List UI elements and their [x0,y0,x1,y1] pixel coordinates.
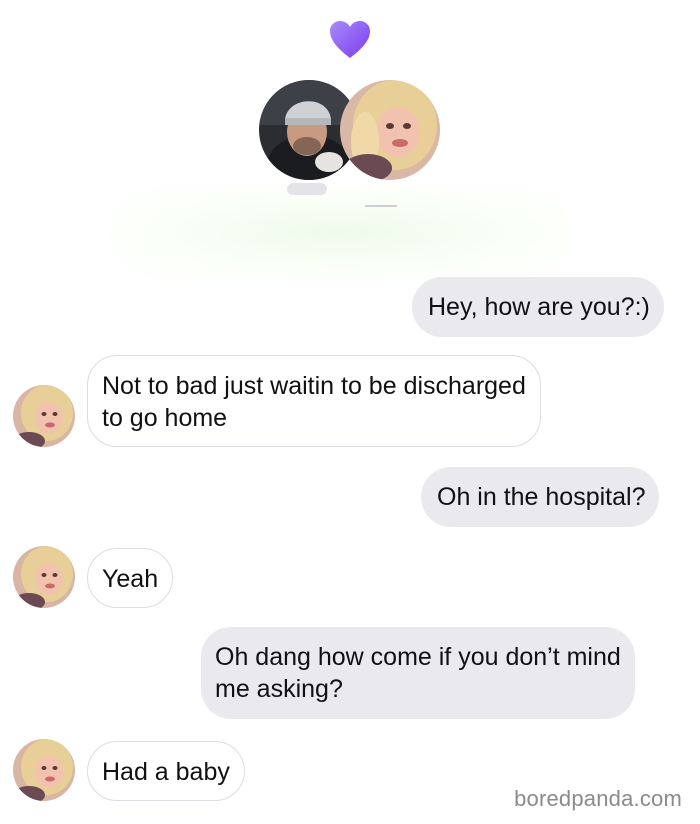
message-text-line-1: Oh dang how come if you don’t mind [215,643,621,671]
message-bubble-received[interactable]: Not to bad just waitin to be discharged … [87,355,541,447]
message-text: Yeah [102,565,159,593]
message-bubble-received[interactable]: Had a baby [87,741,245,801]
woman-photo-small [13,385,75,447]
message-text-line-1: Not to bad just waitin to be discharged [102,372,526,400]
contact-avatar[interactable] [13,546,75,608]
blurred-region [110,185,570,280]
message-text: Had a baby [102,758,230,786]
message-text: Hey, how are you?:) [428,293,650,321]
heart-icon [330,21,370,58]
blurred-dash [365,205,397,207]
message-text-line-2: me asking? [215,675,343,703]
participant-woman-avatar[interactable] [340,80,440,180]
message-text-line-2: to go home [102,404,228,432]
contact-avatar[interactable] [13,385,75,447]
contact-avatar[interactable] [13,739,75,801]
woman-photo [340,80,440,180]
watermark: boredpanda.com [514,786,682,811]
message-text: Oh in the hospital? [437,483,646,511]
message-bubble-sent[interactable]: Hey, how are you?:) [412,277,664,337]
blurred-smudge [287,183,327,195]
woman-photo-small [13,546,75,608]
woman-photo-small [13,739,75,801]
message-bubble-sent[interactable]: Oh dang how come if you don’t mind me as… [201,627,635,719]
message-bubble-sent[interactable]: Oh in the hospital? [421,467,660,527]
message-bubble-received[interactable]: Yeah [87,548,174,608]
